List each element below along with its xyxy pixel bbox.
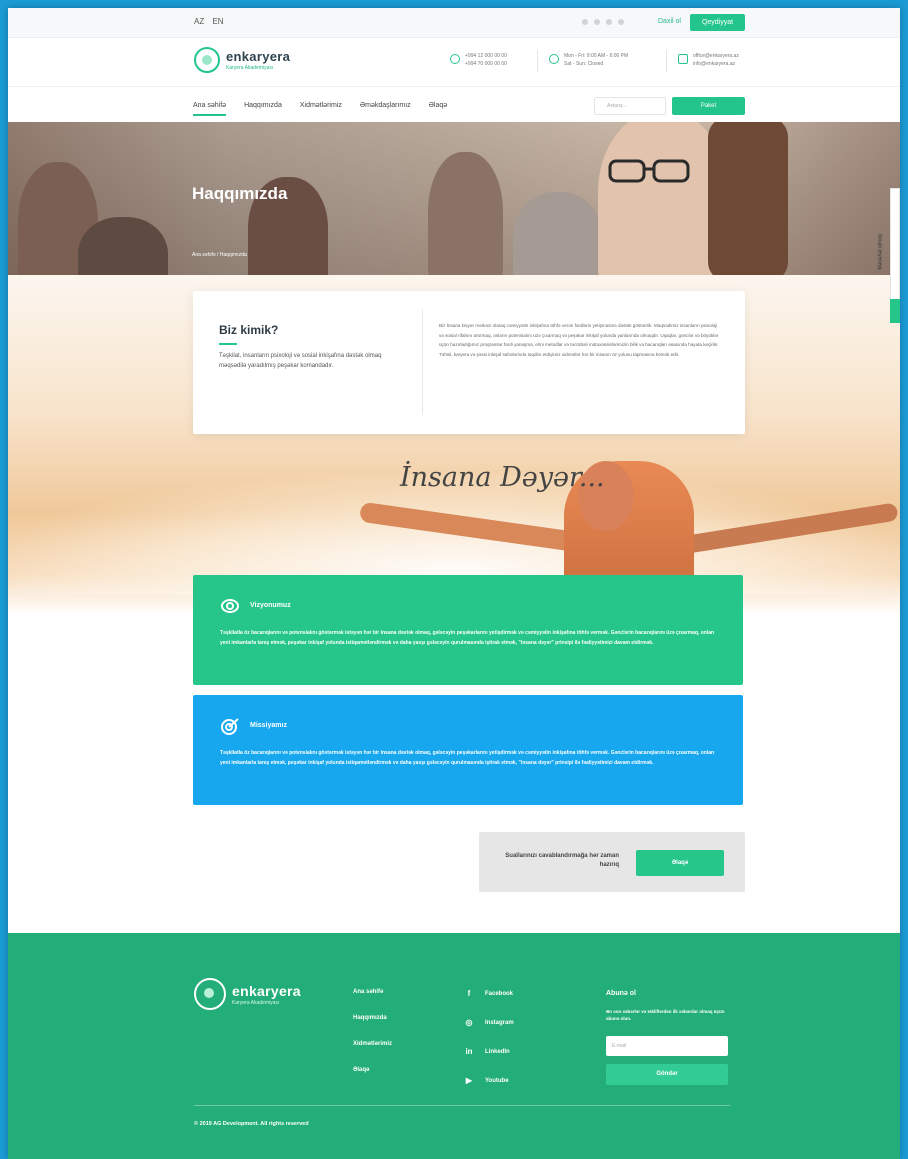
footer-socials: f Facebook ◎ Instagram in LinkedIn ▶ Youtube — [463, 989, 514, 1105]
top-social-icons — [582, 19, 624, 25]
phone-line-2: +994 70 000 00 00 — [465, 61, 507, 67]
vision-panel: Vizyonumuz Təşkilatla öz bacarıqlarını v… — [193, 575, 743, 685]
nav-item-home[interactable]: Ana səhifə — [193, 102, 227, 116]
site-footer: enkaryera Karyera Akademiyası Ana səhifə… — [8, 933, 900, 1159]
about-title: Biz kimik? — [219, 323, 279, 337]
clock-icon — [549, 54, 559, 64]
copyright: © 2019 AG Development. All rights reserv… — [194, 1121, 309, 1127]
check-icon[interactable] — [890, 299, 900, 323]
site-logo[interactable]: enkaryera Karyera Akademiyası — [194, 47, 290, 73]
about-text: Biz İnsana Dəyər mərkəzi olaraq cəmiyyət… — [439, 323, 719, 357]
target-icon — [220, 717, 240, 735]
subscribe-title: Abunə ol — [606, 990, 636, 997]
contact-prompt: Suallarınızı cavablandırmağa hər zaman h… — [479, 832, 745, 892]
contact-prompt-text: Suallarınızı cavablandırmağa hər zaman h… — [505, 853, 619, 868]
page-title: Haqqımızda — [192, 184, 288, 203]
hours-contact: Mon - Fri: 9:00 AM - 6:00 PM Sat - Sun: … — [537, 50, 629, 72]
instagram-icon: ◎ — [465, 1018, 473, 1027]
linkedin-icon: in — [465, 1047, 473, 1056]
card-divider — [422, 309, 423, 415]
consultation-side-tab[interactable]: Məsləhət almaq — [878, 188, 900, 323]
hero-person-5 — [513, 192, 603, 275]
hero-banner: Haqqımızda Ana səhifə / Haqqımızda — [8, 122, 900, 275]
package-button[interactable]: Paket — [672, 97, 745, 115]
mail-icon — [678, 54, 688, 64]
hours-line-2: Sat - Sun: Closed — [564, 61, 604, 67]
hero-person-4 — [428, 152, 503, 275]
facebook-icon[interactable] — [582, 19, 588, 25]
hero-person-2 — [78, 217, 168, 275]
subscribe-description: Ən son xəbərlər və təkliflərdən ilk xəbə… — [606, 1009, 725, 1021]
language-en[interactable]: EN — [212, 17, 223, 26]
nav-item-about[interactable]: Haqqımızda — [244, 102, 282, 109]
logo-icon — [194, 47, 220, 73]
language-switcher: AZ EN — [194, 17, 230, 26]
mission-title: Missiyamız — [250, 722, 287, 729]
about-card: Biz kimik? Təşkilat, insanların psixoloj… — [193, 291, 745, 434]
vision-text: Təşkilatla öz bacarıqlarını və potensial… — [220, 630, 715, 646]
nav-item-services[interactable]: Xidmətlərimiz — [300, 102, 342, 109]
email-line-2: info@enkaryera.az — [693, 61, 736, 67]
footer-social-linkedin[interactable]: in LinkedIn — [463, 1047, 514, 1056]
youtube-icon: ▶ — [465, 1076, 473, 1085]
footer-logo-name: enkaryera — [232, 982, 301, 999]
side-tab-label: Məsləhət almaq — [877, 234, 884, 270]
top-bar: AZ EN Daxil ol Qeydiyyat — [8, 8, 900, 38]
phone-contact: +994 12 000 00 00 +994 70 000 00 00 — [450, 52, 507, 68]
footer-logo-subtitle: Karyera Akademiyası — [232, 999, 280, 1006]
logo-subtitle: Karyera Akademiyası — [226, 65, 274, 71]
main-navigation: Ana səhifə Haqqımızda Xidmətlərimiz Əmək… — [8, 88, 900, 122]
hours-line-1: Mon - Fri: 9:00 AM - 6:00 PM — [564, 53, 629, 59]
linkedin-icon[interactable] — [606, 19, 612, 25]
phone-icon — [450, 54, 460, 64]
footer-links: Ana səhifə Haqqımızda Xidmətlərimiz Əlaq… — [353, 989, 392, 1093]
subscribe-button[interactable]: Göndər — [606, 1064, 728, 1085]
nav-item-contact[interactable]: Əlaqə — [429, 102, 448, 109]
glasses-graphic — [608, 159, 690, 183]
site-header: enkaryera Karyera Akademiyası +994 12 00… — [8, 39, 900, 87]
vision-title: Vizyonumuz — [250, 602, 291, 609]
logo-name: enkaryera — [226, 49, 291, 64]
footer-divider — [194, 1105, 730, 1106]
title-underline — [219, 343, 237, 345]
instagram-icon[interactable] — [594, 19, 600, 25]
mission-panel: Missiyamız Təşkilatla öz bacarıqlarını v… — [193, 695, 743, 805]
breadcrumb[interactable]: Ana səhifə / Haqqımızda — [192, 252, 247, 258]
nav-item-partners[interactable]: Əməkdaşlarımız — [360, 102, 411, 109]
footer-logo[interactable]: enkaryera Karyera Akademiyası — [194, 978, 301, 1010]
register-button[interactable]: Qeydiyyat — [690, 14, 745, 31]
footer-social-instagram[interactable]: ◎ Instagram — [463, 1018, 514, 1027]
tagline-script: İnsana Dəyər... — [400, 462, 605, 493]
footer-link-services[interactable]: Xidmətlərimiz — [353, 1041, 392, 1047]
footer-link-home[interactable]: Ana səhifə — [353, 989, 392, 995]
contact-button[interactable]: Əlaqə — [636, 850, 724, 876]
hero-person-hair — [708, 122, 788, 275]
eye-icon — [220, 597, 240, 615]
email-field[interactable]: E-mail — [606, 1036, 728, 1056]
youtube-icon[interactable] — [618, 19, 624, 25]
login-link[interactable]: Daxil ol — [658, 18, 681, 25]
footer-logo-icon — [194, 978, 226, 1010]
email-line-1: office@enkaryera.az — [693, 53, 739, 59]
footer-link-about[interactable]: Haqqımızda — [353, 1015, 392, 1021]
footer-link-contact[interactable]: Əlaqə — [353, 1067, 392, 1073]
email-contact: office@enkaryera.az info@enkaryera.az — [666, 50, 739, 72]
search-input[interactable]: Axtarış... — [594, 97, 666, 115]
footer-social-facebook[interactable]: f Facebook — [463, 989, 514, 998]
footer-social-youtube[interactable]: ▶ Youtube — [463, 1076, 514, 1085]
phone-line-1: +994 12 000 00 00 — [465, 53, 507, 59]
language-az[interactable]: AZ — [194, 17, 204, 26]
browser-page: AZ EN Daxil ol Qeydiyyat enkaryera Karye… — [8, 8, 900, 1159]
facebook-icon: f — [467, 989, 471, 998]
mission-text: Təşkilatla öz bacarıqlarını və potensial… — [220, 750, 715, 766]
about-subtitle: Təşkilat, insanların psixoloji və sosial… — [219, 353, 382, 369]
